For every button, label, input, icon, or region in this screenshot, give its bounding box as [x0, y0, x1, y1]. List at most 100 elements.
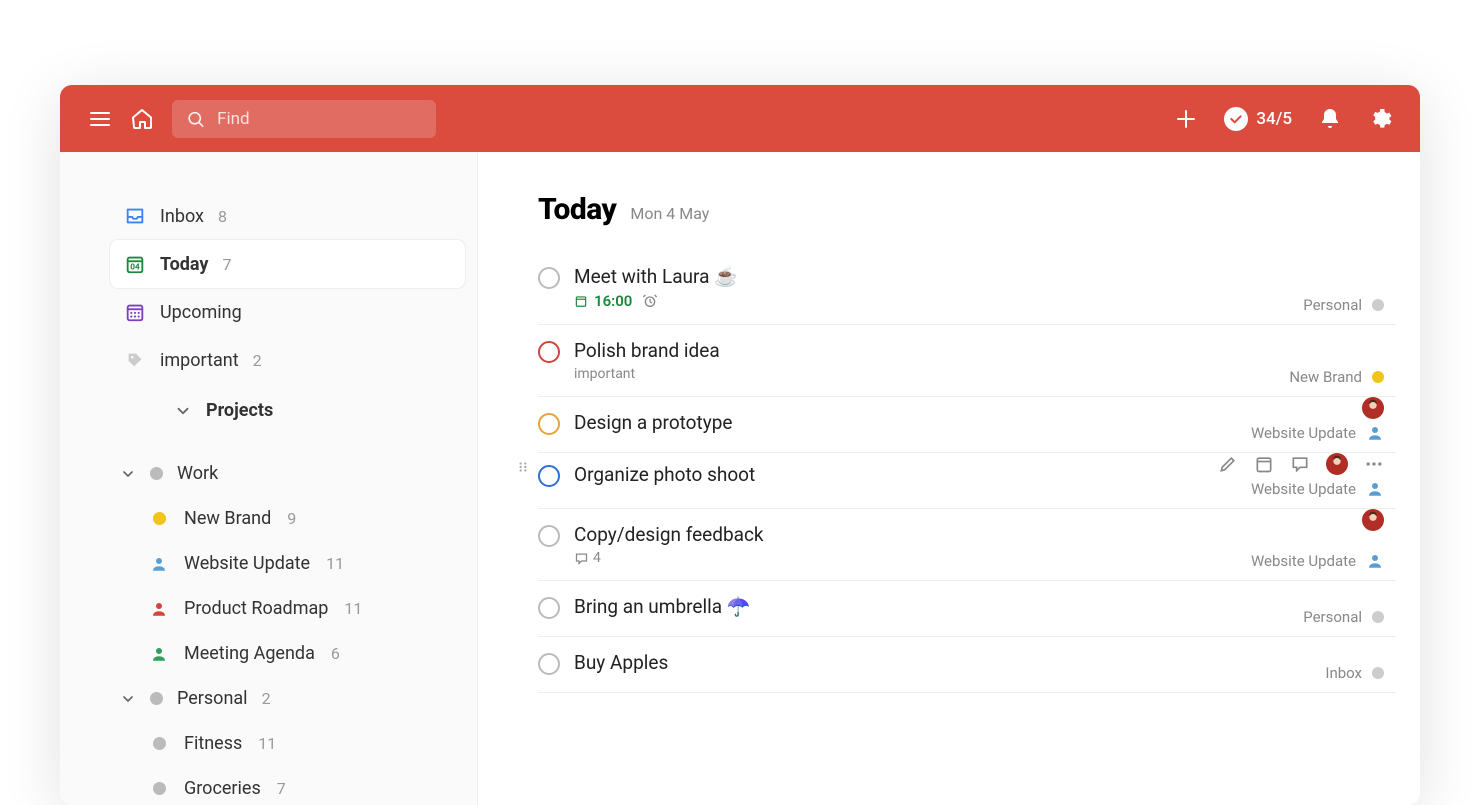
task-row[interactable]: Organize photo shoot Website Update — [538, 453, 1396, 509]
calendar-today-icon: 04 — [124, 253, 146, 275]
person-icon — [150, 645, 168, 663]
project-count: 9 — [287, 509, 296, 528]
project-count: 11 — [258, 734, 276, 753]
nav-count: 8 — [218, 207, 227, 226]
nav-label: Inbox — [160, 206, 204, 227]
nav-label: Today — [160, 254, 209, 275]
sidebar-item-important[interactable]: important 2 — [110, 336, 465, 384]
task-time: 16:00 — [574, 292, 632, 310]
project-label: New Brand — [184, 508, 271, 529]
productivity-score[interactable]: 34/5 — [1224, 107, 1292, 131]
sidebar-project-meeting-agenda[interactable]: Meeting Agenda 6 — [120, 631, 477, 676]
page-title: Today — [538, 192, 616, 227]
task-checkbox[interactable] — [538, 267, 560, 289]
project-dot-icon — [150, 735, 168, 753]
project-count: 7 — [277, 779, 286, 798]
more-icon[interactable] — [1364, 454, 1384, 474]
sidebar-item-today[interactable]: 04 Today 7 — [110, 240, 465, 288]
svg-text:04: 04 — [130, 263, 140, 273]
task-row[interactable]: Polish brand idea important New Brand — [538, 325, 1396, 397]
group-label: Work — [177, 463, 218, 484]
task-checkbox[interactable] — [538, 341, 560, 363]
group-count: 2 — [262, 689, 271, 708]
comment-icon[interactable] — [1290, 454, 1310, 474]
edit-icon[interactable] — [1218, 454, 1238, 474]
project-dot-icon — [150, 780, 168, 798]
person-icon — [150, 600, 168, 618]
sidebar-project-website-update[interactable]: Website Update 11 — [120, 541, 477, 586]
comment-icon — [574, 551, 589, 566]
nav-label: important — [160, 350, 239, 371]
project-dot-icon — [1372, 371, 1384, 383]
project-label: Fitness — [184, 733, 242, 754]
task-checkbox[interactable] — [538, 413, 560, 435]
drag-handle-icon[interactable] — [516, 459, 530, 478]
projects-section-header[interactable]: Projects — [110, 384, 465, 431]
project-label: Website Update — [184, 553, 310, 574]
app-window: 34/5 Inbox 8 — [60, 85, 1420, 805]
check-circle-icon — [1224, 107, 1248, 131]
add-icon[interactable] — [1174, 107, 1198, 131]
app-header: 34/5 — [60, 85, 1420, 152]
task-project-chip[interactable]: Personal — [1303, 296, 1384, 314]
task-title: Buy Apples — [574, 651, 1396, 674]
main-content: Today Mon 4 May Meet with Laura ☕ 16:00 — [478, 152, 1420, 805]
search-box[interactable] — [172, 100, 436, 138]
chevron-down-icon — [174, 402, 192, 420]
project-count: 11 — [326, 554, 344, 573]
menu-icon[interactable] — [88, 107, 112, 131]
person-icon — [1366, 424, 1384, 442]
task-row[interactable]: Buy Apples Inbox — [538, 637, 1396, 693]
projects-label: Projects — [206, 400, 273, 421]
nav-count: 2 — [253, 351, 262, 370]
gear-icon[interactable] — [1368, 107, 1392, 131]
task-row[interactable]: Copy/design feedback 4 Website Update — [538, 509, 1396, 581]
task-row[interactable]: Bring an umbrella ☂️ Personal — [538, 581, 1396, 637]
avatar — [1362, 397, 1384, 419]
avatar — [1326, 453, 1348, 475]
calendar-icon — [574, 294, 588, 308]
person-icon — [1366, 552, 1384, 570]
task-title: Polish brand idea — [574, 339, 1396, 362]
sidebar-project-new-brand[interactable]: New Brand 9 — [120, 496, 477, 541]
bell-icon[interactable] — [1318, 107, 1342, 131]
page-title-row: Today Mon 4 May — [538, 192, 1396, 227]
search-icon — [186, 108, 205, 130]
schedule-icon[interactable] — [1254, 454, 1274, 474]
project-group-work[interactable]: Work — [90, 451, 477, 496]
task-row[interactable]: Design a prototype Website Update — [538, 397, 1396, 453]
sidebar-item-inbox[interactable]: Inbox 8 — [110, 192, 465, 240]
sidebar-item-upcoming[interactable]: Upcoming — [110, 288, 465, 336]
project-count: 11 — [344, 599, 362, 618]
task-project-chip[interactable]: New Brand — [1289, 368, 1384, 386]
home-icon[interactable] — [130, 107, 154, 131]
task-tag: important — [574, 366, 635, 382]
task-title: Bring an umbrella ☂️ — [574, 595, 1396, 618]
task-project-chip[interactable]: Website Update — [1251, 552, 1384, 570]
project-group-personal[interactable]: Personal 2 — [90, 676, 477, 721]
task-project-chip[interactable]: Website Update — [1251, 480, 1384, 498]
search-input[interactable] — [217, 109, 422, 129]
sidebar-project-groceries[interactable]: Groceries 7 — [120, 766, 477, 805]
task-checkbox[interactable] — [538, 653, 560, 675]
project-dot-icon — [150, 510, 168, 528]
sidebar: Inbox 8 04 Today 7 Upcoming — [60, 152, 478, 805]
task-row[interactable]: Meet with Laura ☕ 16:00 Personal — [538, 251, 1396, 325]
nav-count: 7 — [223, 255, 232, 274]
task-checkbox[interactable] — [538, 465, 560, 487]
alarm-icon — [642, 293, 658, 309]
nav-label: Upcoming — [160, 302, 242, 323]
project-dot-icon — [1372, 667, 1384, 679]
task-checkbox[interactable] — [538, 597, 560, 619]
tag-icon — [124, 349, 146, 371]
comment-count: 4 — [574, 550, 601, 566]
task-checkbox[interactable] — [538, 525, 560, 547]
chevron-down-icon — [120, 691, 136, 707]
task-project-chip[interactable]: Inbox — [1325, 664, 1384, 682]
person-icon — [1366, 480, 1384, 498]
project-dot-icon — [150, 692, 163, 705]
sidebar-project-fitness[interactable]: Fitness 11 — [120, 721, 477, 766]
sidebar-project-product-roadmap[interactable]: Product Roadmap 11 — [120, 586, 477, 631]
task-project-chip[interactable]: Personal — [1303, 608, 1384, 626]
task-project-chip[interactable]: Website Update — [1251, 424, 1384, 442]
